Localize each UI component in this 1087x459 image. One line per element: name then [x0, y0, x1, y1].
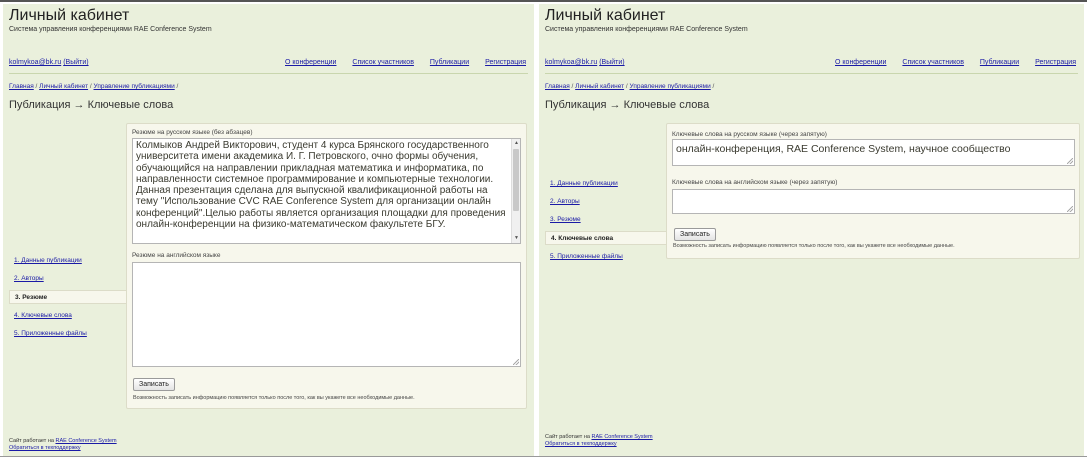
breadcrumb: Главная / Личный кабинет / Управление пу… [545, 83, 714, 90]
breadcrumb-sep: / [174, 83, 179, 90]
breadcrumb-manage[interactable]: Управление публикациями [94, 83, 175, 90]
step-label[interactable]: 2. Авторы [550, 198, 580, 205]
nav-divider [9, 73, 528, 74]
step-item-authors[interactable]: 2. Авторы [545, 195, 580, 209]
footer-support-link[interactable]: Обратиться в техподдержку [545, 441, 617, 447]
save-button[interactable]: Записать [133, 378, 175, 391]
step-label[interactable]: 5. Приложенные файлы [550, 253, 623, 260]
nav-registration[interactable]: Регистрация [1035, 59, 1076, 66]
site-title: Личный кабинет [545, 7, 666, 24]
footer-line-2: Обратиться в техподдержку [545, 441, 653, 448]
ru-summary-text: Колмыков Андрей Викторович, студент 4 ку… [136, 140, 509, 231]
keywords-form: Ключевые слова на русском языке (через з… [666, 123, 1080, 259]
nav-divider [545, 73, 1078, 74]
resize-grip-icon[interactable] [513, 359, 519, 365]
breadcrumb-sep: / [710, 83, 715, 90]
left-window: Личный кабинет Система управления конфер… [3, 4, 534, 456]
footer-line-1: Сайт работает на RAE Conference System [545, 434, 653, 441]
step-label[interactable]: 1. Данные публикации [550, 180, 618, 187]
breadcrumb-manage[interactable]: Управление публикациями [630, 83, 711, 90]
step-item-files[interactable]: 5. Приложенные файлы [9, 327, 87, 341]
footer-line-2: Обратиться в техподдержку [9, 445, 117, 452]
breadcrumb-home[interactable]: Главная [545, 83, 570, 90]
step-label[interactable]: 1. Данные публикации [14, 257, 82, 264]
footer-prefix: Сайт работает на [9, 438, 56, 444]
steps-nav: 1. Данные публикации 2. Авторы 3. Резюме… [9, 254, 129, 344]
breadcrumb-cabinet[interactable]: Личный кабинет [39, 83, 88, 90]
step-item-summary[interactable]: 3. Резюме [545, 213, 581, 227]
breadcrumb-cabinet[interactable]: Личный кабинет [575, 83, 624, 90]
right-window: Личный кабинет Система управления конфер… [539, 4, 1084, 456]
nav-participants[interactable]: Список участников [902, 59, 964, 66]
footer-system-link[interactable]: RAE Conference System [591, 434, 652, 440]
step-item-keywords[interactable]: 4. Ключевые слова [9, 309, 72, 323]
step-label: 4. Ключевые слова [551, 235, 614, 242]
nav-publications[interactable]: Публикации [980, 59, 1019, 66]
nav-participants[interactable]: Список участников [352, 59, 414, 66]
scroll-up-arrow-icon[interactable]: ▲ [512, 139, 521, 148]
en-summary-text [133, 263, 520, 366]
page-title: Публикация → Ключевые слова [545, 99, 710, 111]
ru-summary-textarea[interactable]: Колмыков Андрей Викторович, студент 4 ку… [132, 138, 521, 244]
nav-registration[interactable]: Регистрация [485, 59, 526, 66]
step-label[interactable]: 5. Приложенные файлы [14, 330, 87, 337]
ru-summary-label: Резюме на русском языке (без абзацев) [132, 129, 253, 136]
scroll-down-arrow-icon[interactable]: ▼ [512, 234, 521, 243]
nav-about[interactable]: О конференции [835, 59, 886, 66]
footer-support-link[interactable]: Обратиться в техподдержку [9, 445, 81, 451]
page-title: Публикация → Ключевые слова [9, 99, 174, 111]
step-label[interactable]: 4. Ключевые слова [14, 312, 72, 319]
site-subtitle: Система управления конференциями RAE Con… [9, 26, 212, 33]
save-button[interactable]: Записать [674, 228, 716, 241]
step-label[interactable]: 2. Авторы [14, 275, 44, 282]
logout-link[interactable]: (Выйти) [599, 59, 624, 66]
en-keywords-text [673, 190, 1074, 213]
footer: Сайт работает на RAE Conference System О… [545, 434, 653, 448]
step-label: 3. Резюме [15, 294, 48, 301]
save-note: Возможность записать информацию появляет… [673, 243, 955, 249]
summary-form: Резюме на русском языке (без абзацев) Ко… [126, 123, 527, 409]
step-item-summary[interactable]: 3. Резюме [9, 290, 129, 304]
step-item-files[interactable]: 5. Приложенные файлы [545, 250, 623, 264]
footer-line-1: Сайт работает на RAE Conference System [9, 438, 117, 445]
breadcrumb: Главная / Личный кабинет / Управление пу… [9, 83, 178, 90]
en-keywords-label: Ключевые слова на английском языке (чере… [672, 179, 838, 186]
ru-keywords-label: Ключевые слова на русском языке (через з… [672, 131, 827, 138]
scroll-thumb[interactable] [513, 149, 519, 211]
user-email-link[interactable]: kolmykoa@bk.ru [545, 59, 597, 66]
step-item-data[interactable]: 1. Данные публикации [545, 177, 618, 191]
step-item-keywords[interactable]: 4. Ключевые слова [545, 231, 669, 245]
step-item-data[interactable]: 1. Данные публикации [9, 254, 82, 268]
breadcrumb-home[interactable]: Главная [9, 83, 34, 90]
save-note: Возможность записать информацию появляет… [133, 395, 415, 401]
step-item-authors[interactable]: 2. Авторы [9, 272, 44, 286]
nav-publications[interactable]: Публикации [430, 59, 469, 66]
footer: Сайт работает на RAE Conference System О… [9, 438, 117, 452]
top-nav: kolmykoa@bk.ru (Выйти) О конференции Спи… [545, 59, 1076, 71]
ru-keywords-text: онлайн-конференция, RAE Conference Syste… [676, 143, 1011, 155]
en-summary-textarea[interactable] [132, 262, 521, 367]
top-nav: kolmykoa@bk.ru (Выйти) О конференции Спи… [9, 59, 526, 71]
en-keywords-textarea[interactable] [672, 189, 1075, 214]
scrollbar[interactable]: ▲ ▼ [511, 139, 520, 243]
logout-link[interactable]: (Выйти) [63, 59, 88, 66]
ru-keywords-textarea[interactable]: онлайн-конференция, RAE Conference Syste… [672, 139, 1075, 166]
nav-about[interactable]: О конференции [285, 59, 336, 66]
user-email-link[interactable]: kolmykoa@bk.ru [9, 59, 61, 66]
site-subtitle: Система управления конференциями RAE Con… [545, 26, 748, 33]
resize-grip-icon[interactable] [1067, 206, 1073, 212]
resize-grip-icon[interactable] [1067, 158, 1073, 164]
en-summary-label: Резюме на английском языке [132, 252, 221, 259]
footer-prefix: Сайт работает на [545, 434, 592, 440]
site-title: Личный кабинет [9, 7, 130, 24]
footer-system-link[interactable]: RAE Conference System [55, 438, 116, 444]
steps-nav: 1. Данные публикации 2. Авторы 3. Резюме… [545, 177, 669, 267]
step-label[interactable]: 3. Резюме [550, 216, 581, 223]
